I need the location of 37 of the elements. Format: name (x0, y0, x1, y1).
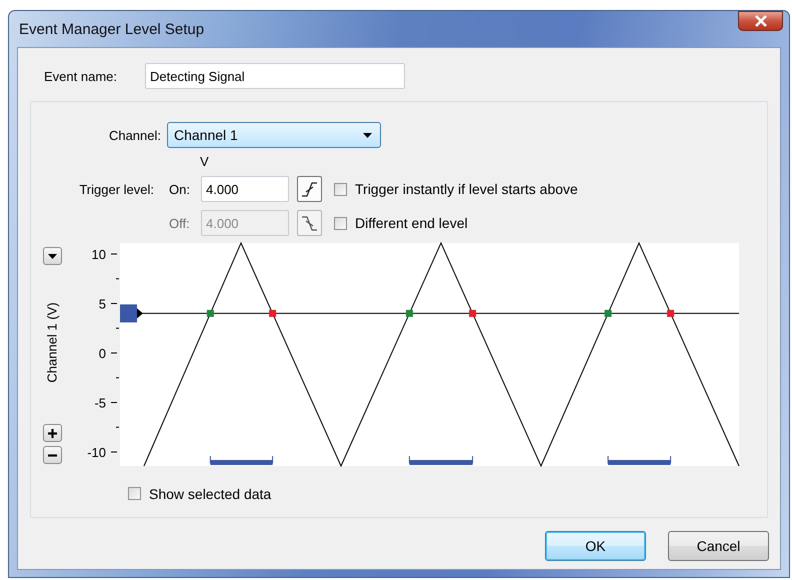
edge-button[interactable] (297, 176, 322, 202)
rising-edge-icon (301, 180, 318, 198)
zoom-in-button[interactable] (43, 424, 62, 442)
falling-edge-icon (301, 214, 318, 232)
close-button[interactable] (738, 11, 783, 31)
close-icon (754, 15, 768, 27)
tick-label: 0 (98, 346, 106, 361)
checkbox[interactable] (334, 216, 347, 230)
down-arrow-icon (48, 254, 57, 258)
window-title: Event Manager Level Setup (19, 20, 204, 38)
level-label: On: (169, 182, 191, 196)
dropdown-arrow-icon (363, 132, 372, 138)
tick-label: -5 (94, 396, 106, 410)
ok-button[interactable]: OK (545, 531, 646, 561)
trigger-level-label: Trigger level: (78, 182, 154, 196)
axis-title: Channel 1 (V) (45, 302, 60, 383)
checkbox[interactable] (334, 182, 347, 196)
level-field[interactable]: 4.000 (201, 176, 289, 202)
checkbox-label: Show selected data (149, 486, 272, 502)
level-label: Off: (169, 216, 191, 230)
checkbox[interactable] (128, 487, 141, 500)
event-name-label: Event name: (44, 68, 118, 84)
channel-dropdown[interactable]: Channel 1 (167, 122, 381, 148)
tick-label: 10 (92, 247, 106, 262)
checkbox-label: Trigger instantly if level starts above (355, 181, 578, 197)
event-name-field[interactable]: Detecting Signal (145, 63, 405, 89)
minus-icon (48, 454, 57, 456)
tick-label: -10 (87, 445, 106, 460)
level-handle[interactable] (120, 304, 143, 322)
channel-label: Channel: (108, 128, 161, 142)
tick-label: 5 (98, 296, 106, 312)
scroll-down-button[interactable] (43, 247, 62, 265)
cancel-button[interactable]: Cancel (668, 531, 769, 561)
unit-label: V (200, 154, 209, 168)
zoom-out-button[interactable] (43, 446, 62, 464)
plus-icon (48, 428, 57, 438)
checkbox-label: Different end level (355, 215, 468, 231)
